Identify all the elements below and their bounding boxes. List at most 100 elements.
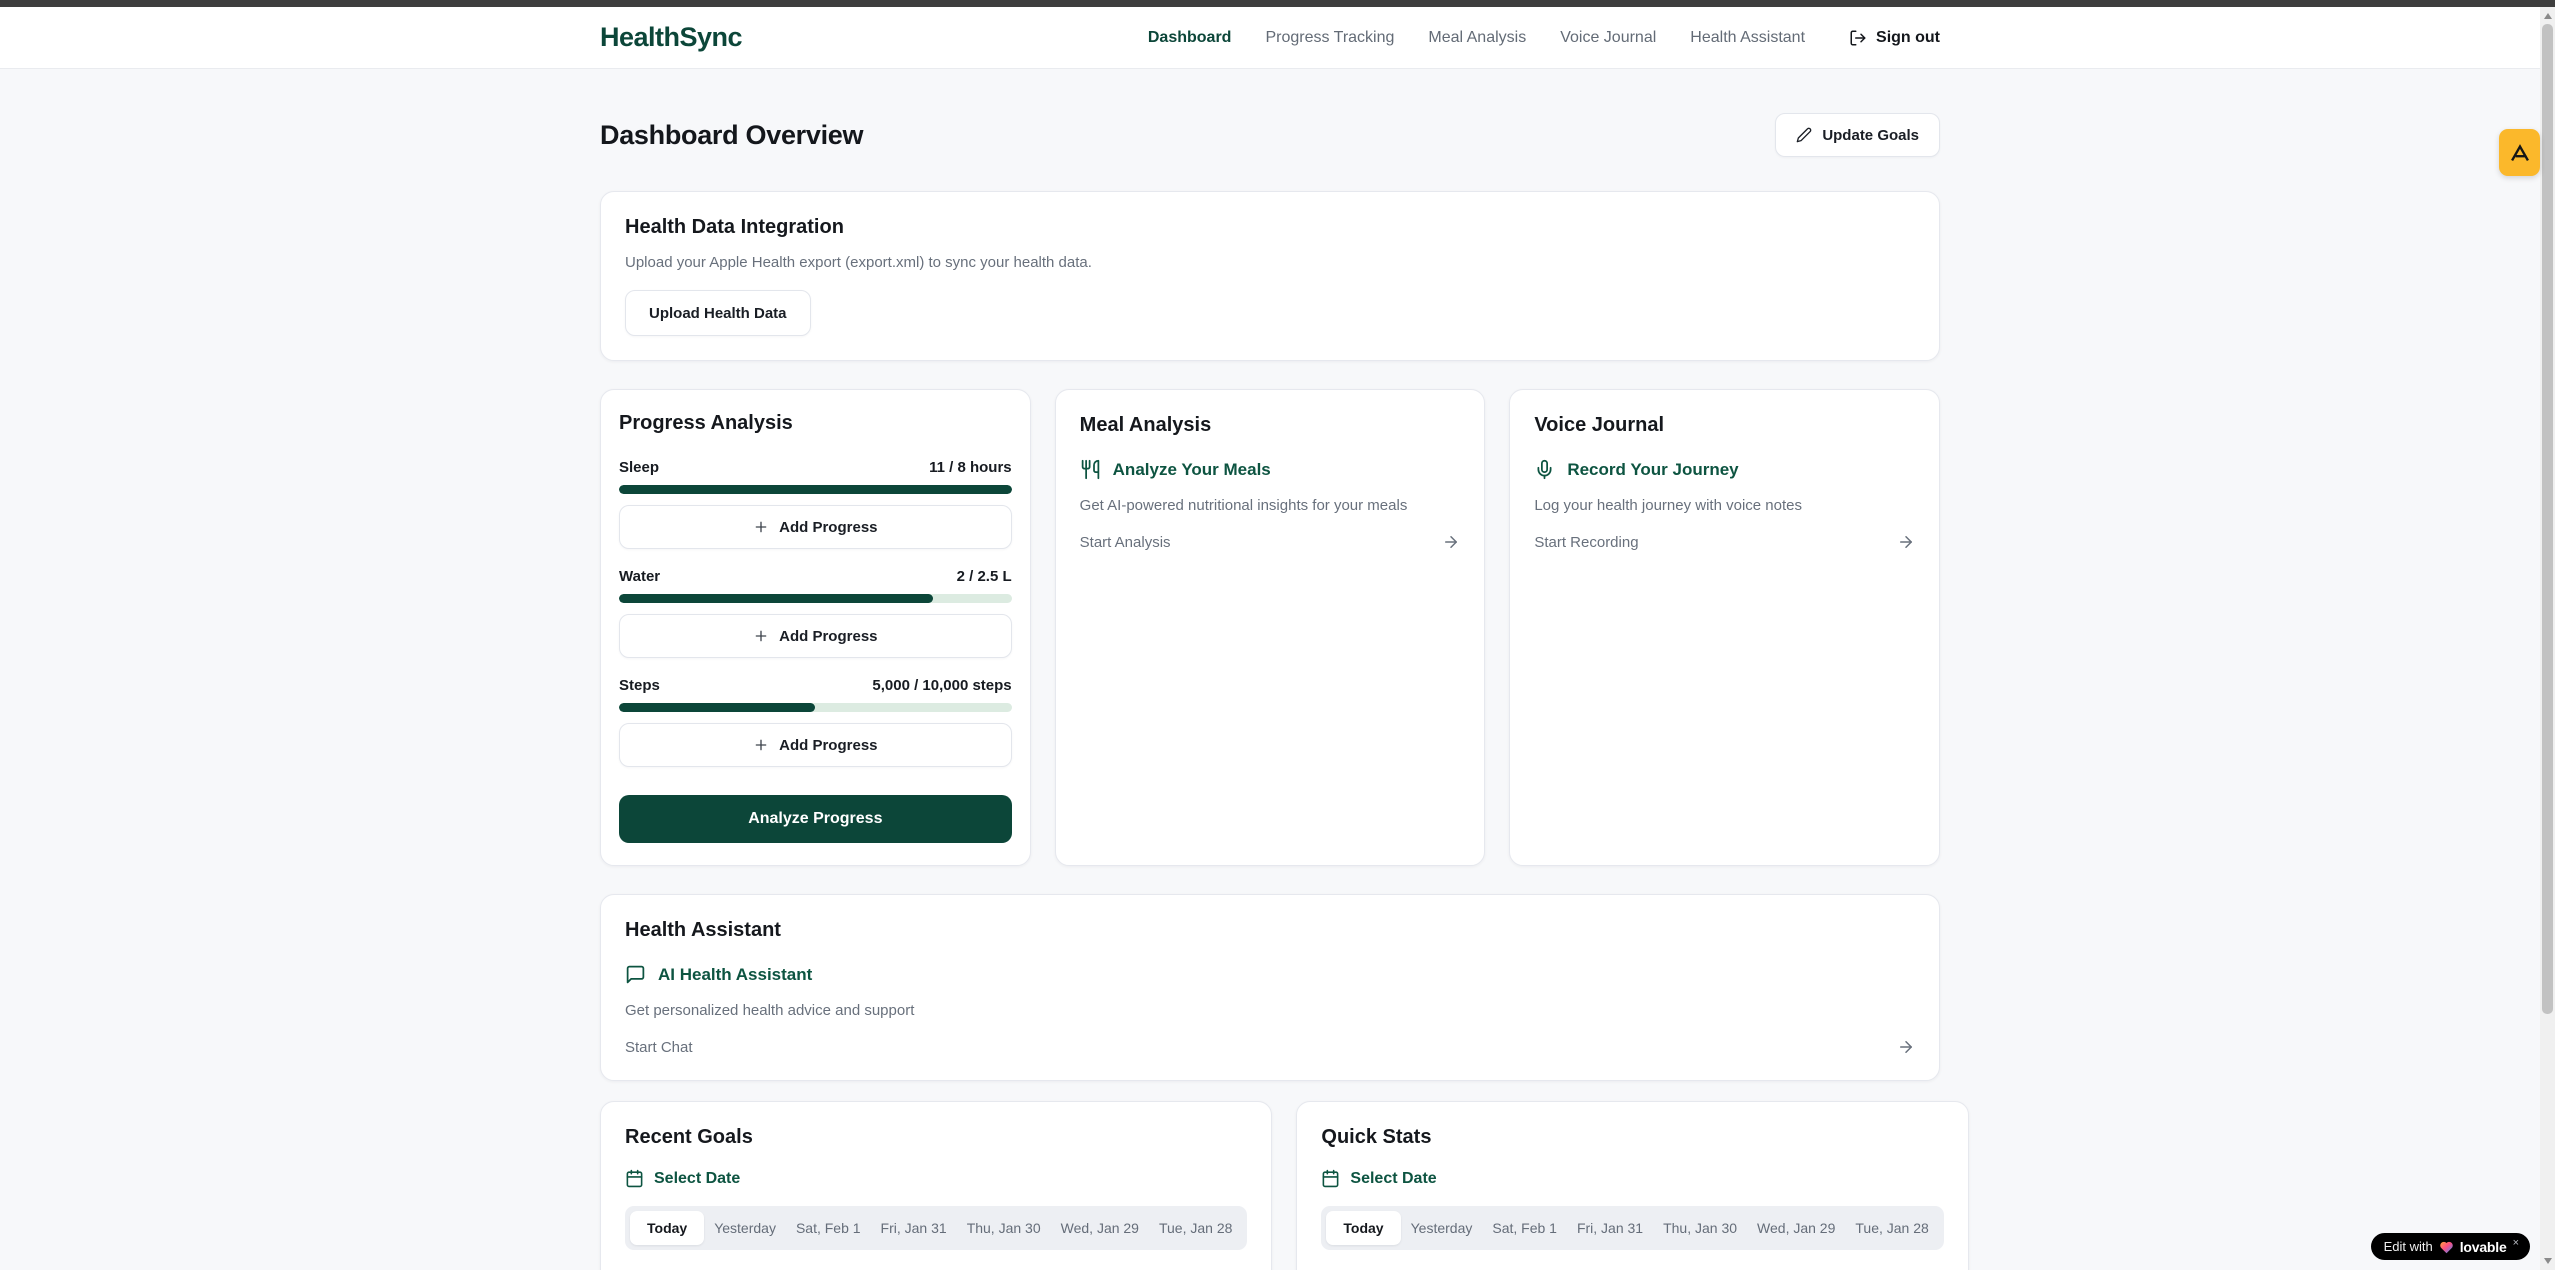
integration-title: Health Data Integration: [625, 216, 1915, 239]
select-date-button[interactable]: Select Date: [625, 1169, 1247, 1188]
tab-fri-jan-31[interactable]: Fri, Jan 31: [1567, 1211, 1653, 1245]
analyze-your-meals-link[interactable]: Analyze Your Meals: [1080, 459, 1461, 480]
update-goals-label: Update Goals: [1822, 127, 1919, 144]
tab-yesterday[interactable]: Yesterday: [1401, 1211, 1483, 1245]
integration-description: Upload your Apple Health export (export.…: [625, 254, 1915, 271]
calendar-icon: [1321, 1169, 1340, 1188]
lovable-brand-label: lovable: [2460, 1239, 2507, 1255]
nav-voice-journal[interactable]: Voice Journal: [1560, 29, 1656, 47]
tab-tue-jan-28[interactable]: Tue, Jan 28: [1845, 1211, 1938, 1245]
add-progress-water-button[interactable]: Add Progress: [619, 614, 1012, 658]
tab-today[interactable]: Today: [630, 1211, 704, 1245]
start-chat-link[interactable]: Start Chat: [625, 1038, 1915, 1056]
arrow-right-icon: [1897, 533, 1915, 551]
nav-progress-tracking[interactable]: Progress Tracking: [1265, 29, 1394, 47]
add-progress-label: Add Progress: [779, 628, 877, 645]
tab-wed-jan-29[interactable]: Wed, Jan 29: [1747, 1211, 1845, 1245]
sign-out-label: Sign out: [1876, 29, 1940, 47]
start-recording-link[interactable]: Start Recording: [1534, 533, 1915, 551]
goal-value: 11 / 8 hours: [929, 459, 1012, 476]
logout-icon: [1849, 29, 1867, 47]
scrollbar[interactable]: [2540, 7, 2555, 1270]
start-analysis-link[interactable]: Start Analysis: [1080, 533, 1461, 551]
assistant-description: Get personalized health advice and suppo…: [625, 1002, 1915, 1019]
update-goals-button[interactable]: Update Goals: [1775, 113, 1940, 157]
nav-meal-analysis[interactable]: Meal Analysis: [1428, 29, 1526, 47]
tag-logo-icon: [2509, 142, 2531, 164]
lovable-heart-icon: [2439, 1240, 2454, 1254]
goal-sleep: Sleep 11 / 8 hours Add Progress: [619, 459, 1012, 568]
date-tabs: Today Yesterday Sat, Feb 1 Fri, Jan 31 T…: [625, 1206, 1247, 1250]
health-assistant-title: Health Assistant: [625, 919, 1915, 942]
add-progress-steps-button[interactable]: Add Progress: [619, 723, 1012, 767]
tab-sat-feb-1[interactable]: Sat, Feb 1: [786, 1211, 871, 1245]
tab-thu-jan-30[interactable]: Thu, Jan 30: [957, 1211, 1051, 1245]
nav-dashboard[interactable]: Dashboard: [1148, 29, 1232, 47]
scrollbar-down-arrow[interactable]: [2540, 1253, 2555, 1269]
scrollbar-up-arrow[interactable]: [2540, 8, 2555, 24]
upload-health-data-button[interactable]: Upload Health Data: [625, 290, 811, 336]
tab-yesterday[interactable]: Yesterday: [704, 1211, 786, 1245]
goal-label: Sleep: [619, 459, 659, 476]
voice-description: Log your health journey with voice notes: [1534, 497, 1915, 514]
calendar-icon: [625, 1169, 644, 1188]
side-tag-button[interactable]: [2499, 129, 2540, 176]
add-progress-sleep-button[interactable]: Add Progress: [619, 505, 1012, 549]
plus-icon: [753, 737, 769, 753]
scrollbar-thumb[interactable]: [2542, 24, 2553, 1014]
microphone-icon: [1534, 459, 1555, 480]
health-data-integration-card: Health Data Integration Upload your Appl…: [600, 191, 1940, 361]
feature-label: Record Your Journey: [1567, 460, 1738, 480]
record-your-journey-link[interactable]: Record Your Journey: [1534, 459, 1915, 480]
nav-health-assistant[interactable]: Health Assistant: [1690, 29, 1805, 47]
steps-progress-bar: [619, 703, 1012, 712]
plus-icon: [753, 628, 769, 644]
app-header: HealthSync Dashboard Progress Tracking M…: [0, 7, 2540, 69]
action-label: Start Recording: [1534, 534, 1638, 551]
select-date-label: Select Date: [654, 1170, 740, 1188]
ai-health-assistant-link[interactable]: AI Health Assistant: [625, 964, 1915, 985]
recent-goals-title: Recent Goals: [625, 1126, 1247, 1149]
tab-sat-feb-1[interactable]: Sat, Feb 1: [1482, 1211, 1567, 1245]
date-tabs: Today Yesterday Sat, Feb 1 Fri, Jan 31 T…: [1321, 1206, 1943, 1250]
close-icon[interactable]: ×: [2513, 1237, 2519, 1249]
goal-steps: Steps 5,000 / 10,000 steps Add Progress: [619, 677, 1012, 786]
analyze-progress-button[interactable]: Analyze Progress: [619, 795, 1012, 843]
progress-analysis-title: Progress Analysis: [619, 412, 1012, 435]
progress-analysis-card: Progress Analysis Sleep 11 / 8 hours Add…: [600, 389, 1031, 866]
health-assistant-card: Health Assistant AI Health Assistant Get…: [600, 894, 1940, 1081]
arrow-right-icon: [1897, 1038, 1915, 1056]
recent-goals-card: Recent Goals Select Date Today Yesterday…: [600, 1101, 1272, 1270]
pencil-icon: [1796, 127, 1812, 143]
goal-label: Water: [619, 568, 660, 585]
action-label: Start Chat: [625, 1039, 693, 1056]
utensils-icon: [1080, 459, 1101, 480]
sign-out-button[interactable]: Sign out: [1849, 29, 1940, 47]
app-logo[interactable]: HealthSync: [600, 22, 742, 53]
add-progress-label: Add Progress: [779, 737, 877, 754]
goal-water: Water 2 / 2.5 L Add Progress: [619, 568, 1012, 677]
plus-icon: [753, 519, 769, 535]
main-nav: Dashboard Progress Tracking Meal Analysi…: [1148, 29, 1940, 47]
edit-with-lovable-badge[interactable]: Edit with lovable ×: [2371, 1233, 2530, 1260]
tab-fri-jan-31[interactable]: Fri, Jan 31: [871, 1211, 957, 1245]
arrow-right-icon: [1442, 533, 1460, 551]
goal-value: 2 / 2.5 L: [957, 568, 1012, 585]
select-date-button[interactable]: Select Date: [1321, 1169, 1943, 1188]
meal-analysis-card: Meal Analysis Analyze Your Meals Get AI-…: [1055, 389, 1486, 866]
voice-journal-card: Voice Journal Record Your Journey Log yo…: [1509, 389, 1940, 866]
quick-stats-card: Quick Stats Select Date Today Yesterday …: [1296, 1101, 1968, 1270]
add-progress-label: Add Progress: [779, 519, 877, 536]
tab-today[interactable]: Today: [1326, 1211, 1400, 1245]
edit-with-label: Edit with: [2384, 1239, 2433, 1254]
tab-wed-jan-29[interactable]: Wed, Jan 29: [1051, 1211, 1149, 1245]
voice-journal-title: Voice Journal: [1534, 414, 1915, 437]
goal-label: Steps: [619, 677, 660, 694]
meal-description: Get AI-powered nutritional insights for …: [1080, 497, 1461, 514]
browser-top-bar: [0, 0, 2555, 7]
tab-thu-jan-30[interactable]: Thu, Jan 30: [1653, 1211, 1747, 1245]
action-label: Start Analysis: [1080, 534, 1171, 551]
feature-label: Analyze Your Meals: [1113, 460, 1271, 480]
tab-tue-jan-28[interactable]: Tue, Jan 28: [1149, 1211, 1242, 1245]
quick-stats-title: Quick Stats: [1321, 1126, 1943, 1149]
